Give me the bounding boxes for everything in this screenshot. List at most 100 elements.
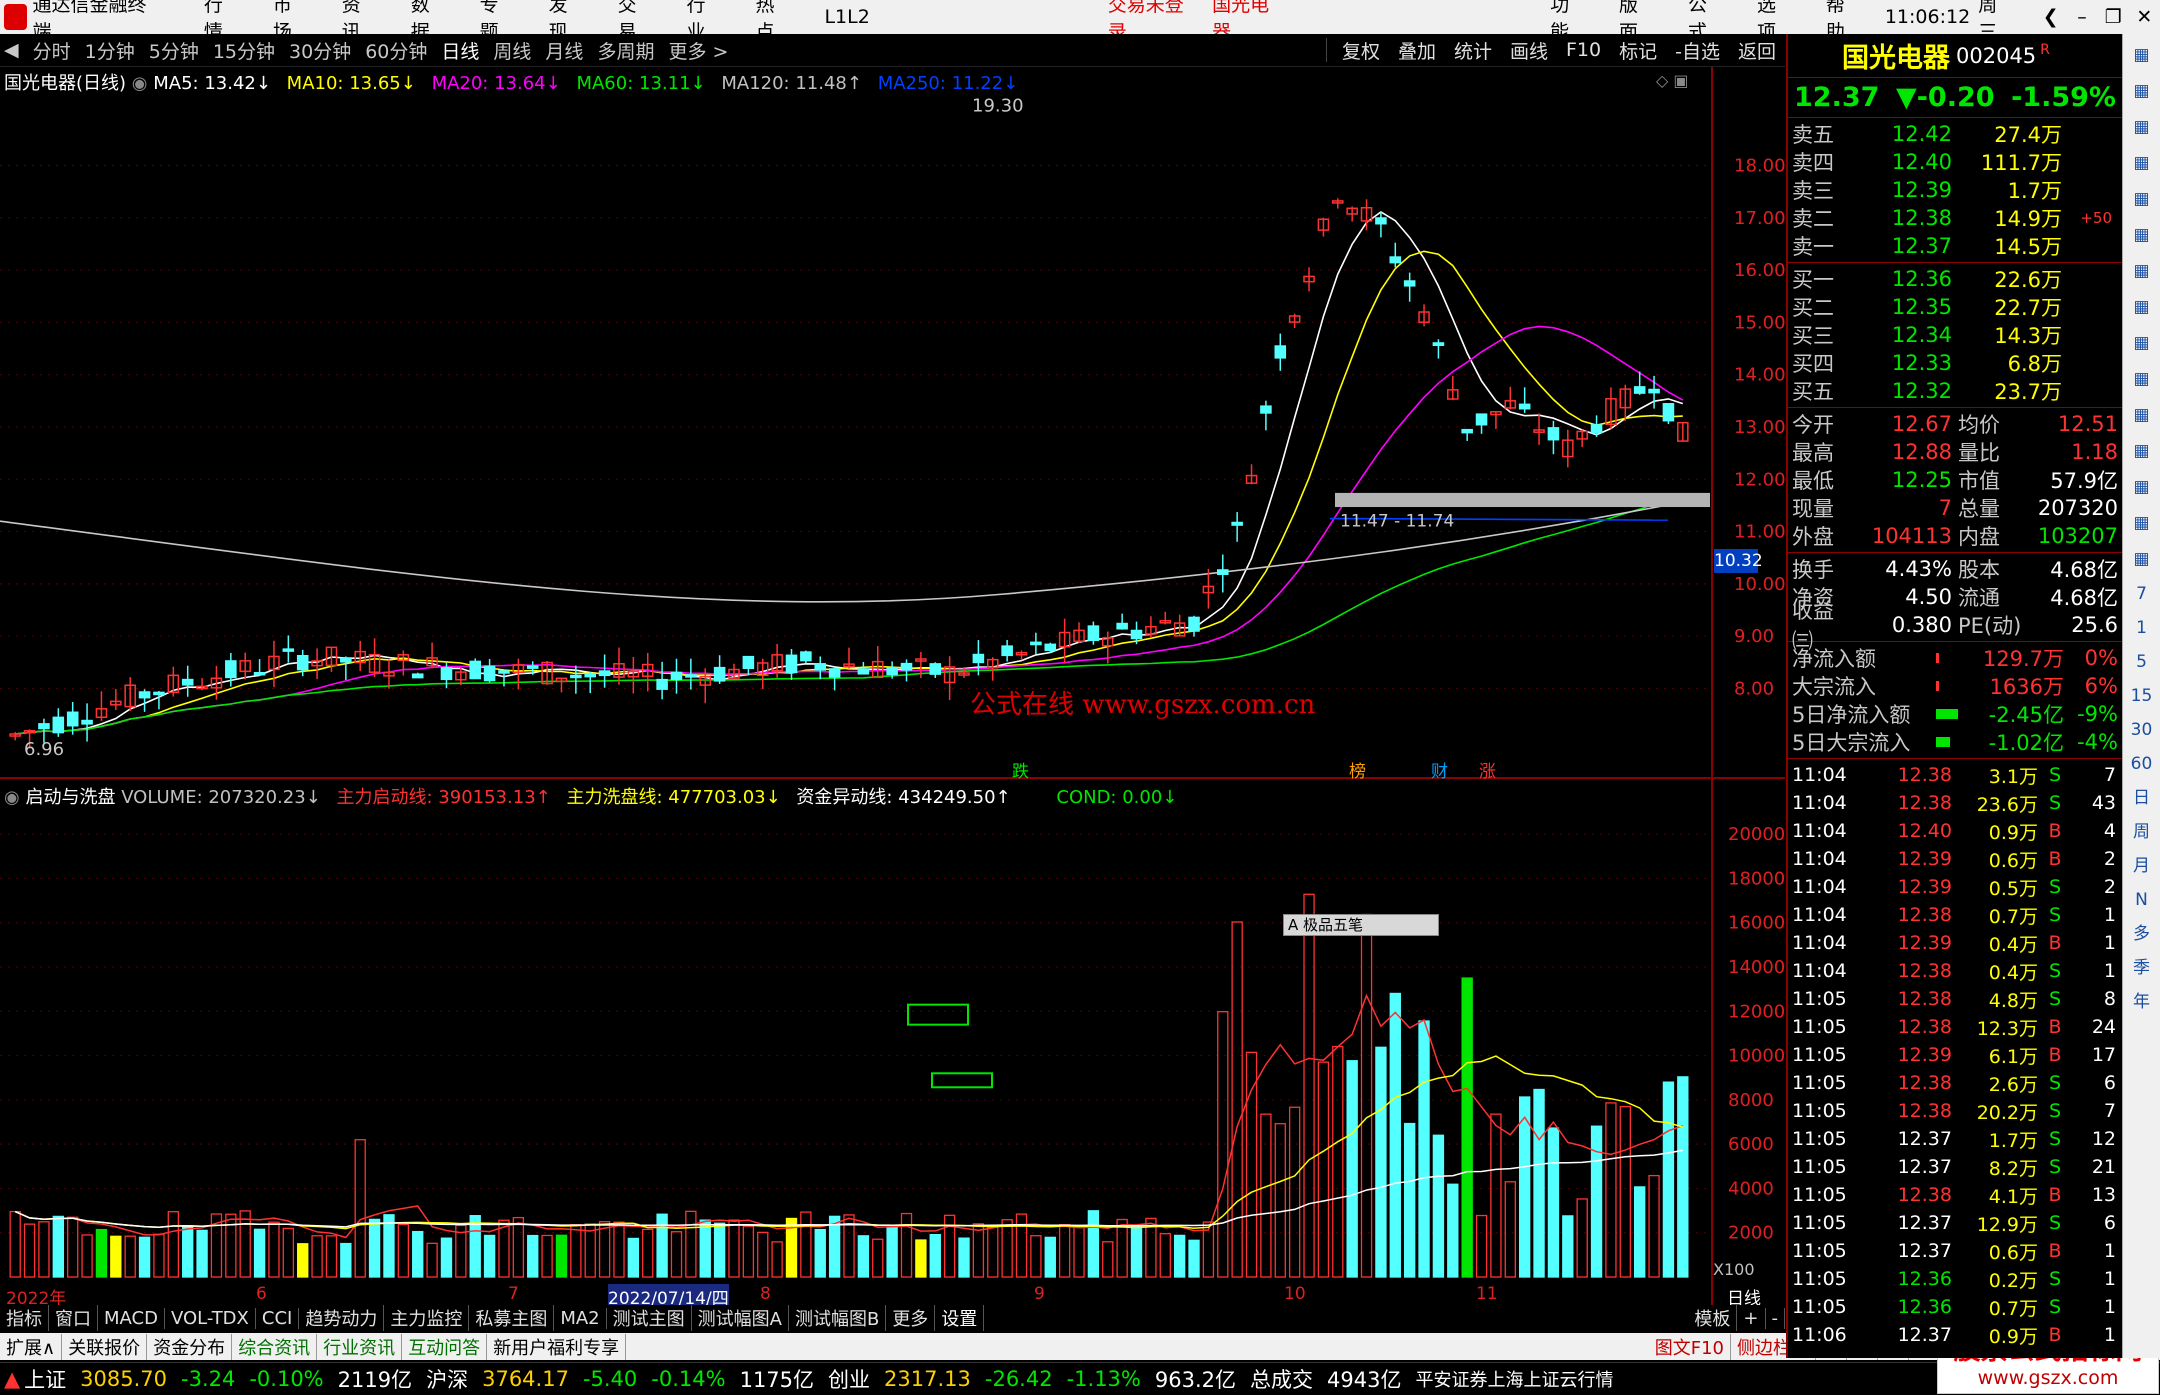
tab-chuangkou[interactable]: 窗口 — [49, 1305, 98, 1331]
tab-settings[interactable]: 设置 — [935, 1305, 985, 1331]
settings-icon[interactable]: ◉ — [132, 73, 148, 94]
menu-item-l1l2[interactable]: L1L2 — [824, 6, 869, 28]
kline-chart[interactable]: 18.00 17.00 16.00 15.00 14.00 13.00 12.00 11.00… — [0, 67, 1785, 1305]
toolbar-tongji[interactable]: 统计 — [1454, 37, 1492, 64]
collapse-icon[interactable]: ◀ — [4, 39, 19, 61]
marker-bang[interactable]: 榜 — [1349, 757, 1366, 782]
tab-hudong[interactable]: 互动问答 — [402, 1333, 488, 1360]
marker-die[interactable]: 跌 — [1012, 757, 1029, 782]
sidebar-period-7[interactable]: 周 — [2127, 816, 2157, 848]
sidebar-period-12[interactable]: 年 — [2127, 986, 2157, 1018]
tick-list[interactable]: 11:04 12.38 3.1万 S 7 11:04 12.38 23.6万 S 43 11:04 1… — [1788, 759, 2122, 1351]
tab-ceshi-b[interactable]: 测试幅图B — [789, 1305, 887, 1331]
tab-ceshi-a[interactable]: 测试幅图A — [692, 1305, 789, 1331]
tab-guanlian[interactable]: 关联报价 — [62, 1333, 148, 1360]
toolbar-diejia[interactable]: 叠加 — [1398, 37, 1436, 64]
tab-cci[interactable]: CCI — [256, 1307, 300, 1329]
cap-icon[interactable]: ▦ — [2127, 400, 2157, 430]
table-icon[interactable]: ▦ — [2127, 184, 2157, 214]
tab-xinyonghu[interactable]: 新用户福利专享 — [487, 1333, 627, 1360]
menu-bar: 通达信金融终端 行情 市场 资讯 数据 专题 发现 交易 行业 热点 L1L2 … — [0, 0, 2160, 43]
period-30min[interactable]: 30分钟 — [289, 37, 351, 64]
period-15min[interactable]: 15分钟 — [213, 37, 275, 64]
sidebar-period-5[interactable]: 60 — [2127, 748, 2157, 780]
tab-expand[interactable]: 扩展∧ — [0, 1333, 63, 1360]
quote-row: 11:05 12.38 20.2万 S 7 — [1792, 1097, 2118, 1125]
sidebar-period-9[interactable]: N — [2127, 884, 2157, 916]
back-icon[interactable]: ❮ — [2035, 6, 2066, 28]
flow-icon[interactable]: ▦ — [2127, 364, 2157, 394]
tab-ma2[interactable]: MA2 — [554, 1307, 607, 1329]
minimize-icon[interactable]: – — [2066, 6, 2097, 28]
sidebar-period-2[interactable]: 5 — [2127, 646, 2157, 678]
tab-qushi[interactable]: 趋势动力 — [299, 1305, 385, 1331]
period-more[interactable]: 更多 > — [668, 37, 728, 64]
pen-icon[interactable]: ▦ — [2127, 508, 2157, 538]
tab-macd[interactable]: MACD — [98, 1307, 165, 1329]
period-monthly[interactable]: 月线 — [545, 37, 583, 64]
expand-icon[interactable]: ▦ — [2127, 40, 2157, 70]
index-name[interactable]: 沪深 — [426, 1364, 468, 1394]
up-icon[interactable]: ▦ — [2127, 76, 2157, 106]
rsi-icon[interactable]: ▦ — [2127, 436, 2157, 466]
period-multi[interactable]: 多周期 — [597, 37, 654, 64]
chart-area[interactable]: 18.00 17.00 16.00 15.00 14.00 13.00 12.00 11.00… — [0, 67, 1785, 1314]
index-name[interactable]: 上证 — [24, 1364, 66, 1394]
toolbar-biaoji[interactable]: 标记 — [1619, 37, 1657, 64]
settings-icon[interactable]: ◉ — [4, 787, 20, 808]
toolbar-huaxian[interactable]: 画线 — [1510, 37, 1548, 64]
sidebar-period-11[interactable]: 季 — [2127, 952, 2157, 984]
tab-hangye[interactable]: 行业资讯 — [317, 1333, 403, 1360]
tab-ceshi-main[interactable]: 测试主图 — [607, 1305, 692, 1331]
index-name[interactable]: 创业 — [828, 1364, 870, 1394]
toolbar-zixuan[interactable]: -自选 — [1675, 37, 1720, 64]
tab-zijin[interactable]: 资金分布 — [147, 1333, 233, 1360]
diamond-icon[interactable]: ◇ ▣ — [1656, 71, 1689, 90]
candle-body — [1030, 641, 1042, 646]
close-icon[interactable]: ✕ — [2129, 6, 2160, 28]
toolbar-fanhui[interactable]: 返回 — [1738, 37, 1776, 64]
ime-popup[interactable]: A 极品五笔 — [1283, 914, 1439, 936]
sidebar-period-8[interactable]: 月 — [2127, 850, 2157, 882]
news-icon[interactable]: ▦ — [2127, 328, 2157, 358]
fs-icon[interactable]: ▦ — [2127, 544, 2157, 574]
sidebar-period-1[interactable]: 1 — [2127, 612, 2157, 644]
period-5min[interactable]: 5分钟 — [149, 37, 199, 64]
f10-icon[interactable]: ▦ — [2127, 292, 2157, 322]
tab-more[interactable]: 更多 — [886, 1305, 936, 1331]
sidebar-period-6[interactable]: 日 — [2127, 782, 2157, 814]
sidebar-period-4[interactable]: 30 — [2127, 714, 2157, 746]
volume-bar — [368, 1218, 381, 1278]
tick-side: B — [2048, 1016, 2062, 1038]
remove-pane-button[interactable]: - — [1766, 1307, 1785, 1329]
toolbar-fuquan[interactable]: 复权 — [1342, 37, 1380, 64]
period-1min[interactable]: 1分钟 — [85, 37, 135, 64]
marker-cai[interactable]: 财 — [1431, 757, 1448, 782]
restore-icon[interactable]: ❐ — [2098, 6, 2129, 28]
add-pane-button[interactable]: + — [1737, 1307, 1766, 1329]
marker-zhang[interactable]: 涨 — [1479, 757, 1496, 782]
tab-zhibiao[interactable]: 指标 — [0, 1305, 49, 1331]
sidebar-period-10[interactable]: 多 — [2127, 918, 2157, 950]
period-fenshi[interactable]: 分时 — [33, 37, 71, 64]
tab-zonghe[interactable]: 综合资讯 — [232, 1333, 318, 1360]
tick-volume: 1.7万 — [1988, 1129, 2038, 1152]
sidebar-period-3[interactable]: 15 — [2127, 680, 2157, 712]
tab-f10[interactable]: 图文F10 — [1649, 1333, 1731, 1360]
index-amount: 963.2亿 — [1154, 1368, 1236, 1392]
period-60min[interactable]: 60分钟 — [365, 37, 427, 64]
server-name[interactable]: 平安证券上海上证云行情 — [1415, 1366, 1613, 1392]
tab-vol-tdx[interactable]: VOL-TDX — [165, 1307, 256, 1329]
toolbar-f10[interactable]: F10 — [1566, 39, 1601, 61]
template-button[interactable]: 模板 — [1688, 1305, 1738, 1331]
period-daily[interactable]: 日线 — [441, 37, 479, 64]
chart-icon[interactable]: ▦ — [2127, 220, 2157, 250]
sidebar-period-0[interactable]: 7 — [2127, 578, 2157, 610]
period-weekly[interactable]: 周线 — [493, 37, 531, 64]
tab-zhuli[interactable]: 主力监控 — [384, 1305, 470, 1331]
kline-icon[interactable]: ▦ — [2127, 256, 2157, 286]
target-icon[interactable]: ▦ — [2127, 472, 2157, 502]
tab-simu[interactable]: 私募主图 — [469, 1305, 555, 1331]
down-icon[interactable]: ▦ — [2127, 112, 2157, 142]
list-icon[interactable]: ▦ — [2127, 148, 2157, 178]
